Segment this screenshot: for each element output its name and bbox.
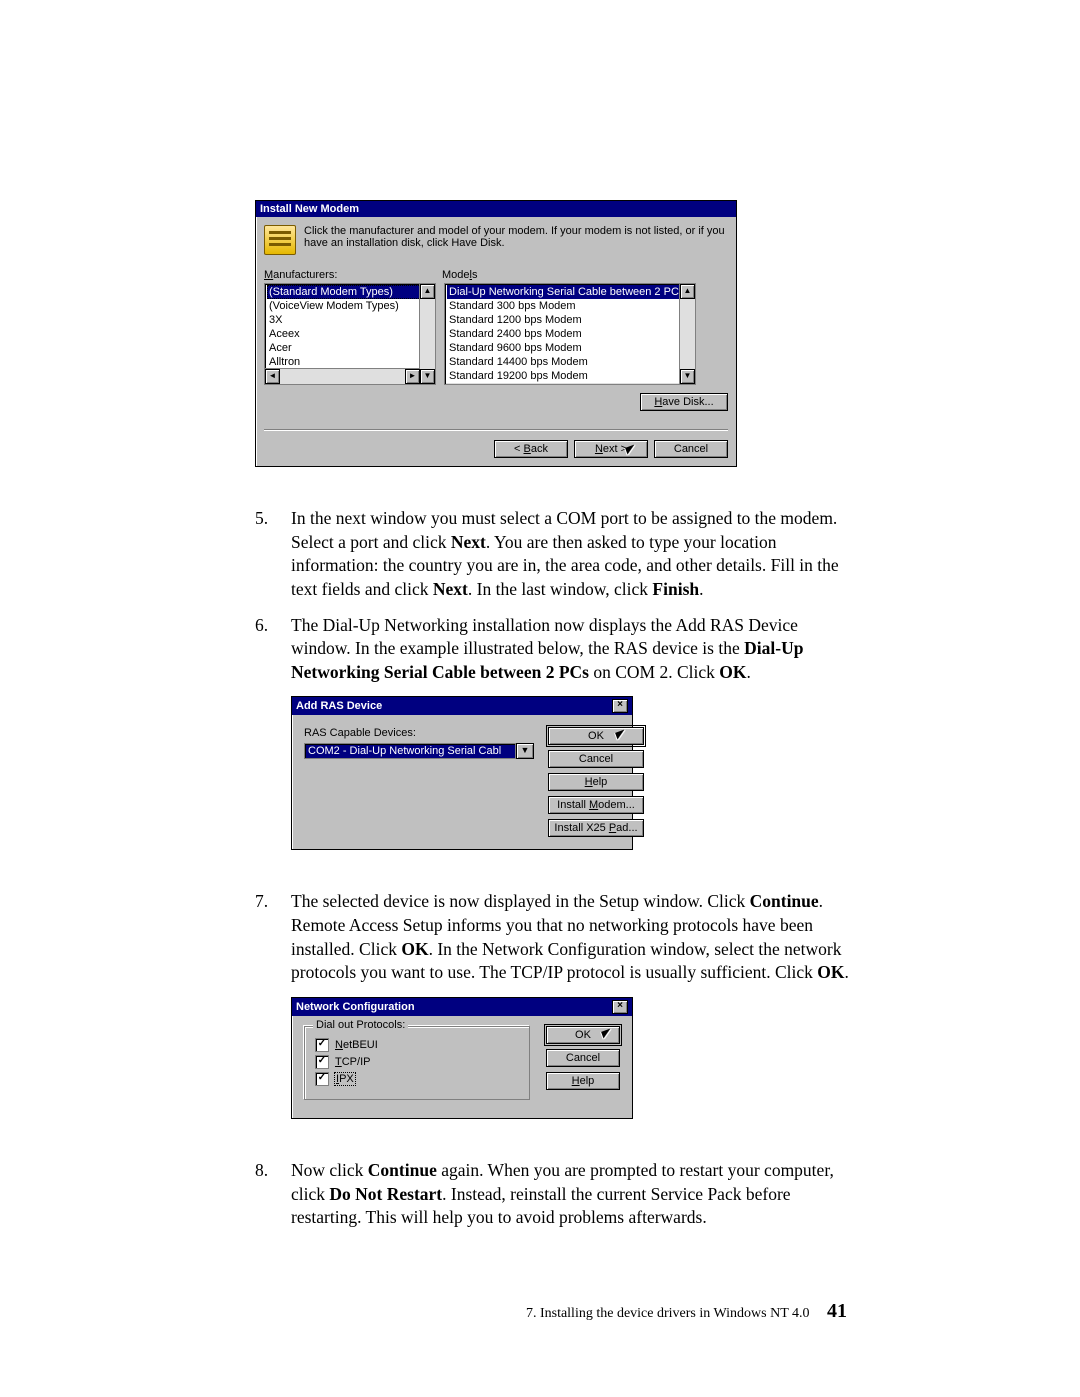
dialog-instruction: Click the manufacturer and model of your… [304,225,728,249]
help-button[interactable]: Help [548,773,644,791]
cancel-button[interactable]: Cancel [546,1049,620,1067]
list-item[interactable]: Standard 14400 bps Modem [447,355,693,369]
page-number: 41 [827,1300,847,1322]
scroll-left-icon[interactable]: ◄ [265,369,280,384]
dialog-title: Install New Modem [260,203,359,215]
scrollbar-horizontal[interactable]: ◄ ► [265,368,420,384]
list-item[interactable]: Standard 300 bps Modem [447,299,693,313]
close-icon[interactable]: × [612,699,628,713]
manufacturers-listbox[interactable]: (Standard Modem Types) (VoiceView Modem … [264,283,436,385]
modem-icon [264,225,296,255]
dialog-titlebar: Network Configuration × [292,998,632,1016]
cursor-icon [626,446,638,464]
scroll-right-icon[interactable]: ► [405,369,420,384]
cursor-icon [602,1030,614,1048]
cancel-button[interactable]: Cancel [654,440,728,458]
cancel-button[interactable]: Cancel [548,750,644,768]
step-8: 8. Now click Continue again. When you ar… [255,1159,855,1230]
step-text: The selected device is now displayed in … [291,890,855,985]
dialog-title: Add RAS Device [296,700,382,712]
scroll-up-icon[interactable]: ▲ [420,284,435,299]
tcpip-label: TCP/IP [335,1056,370,1068]
footer-text: 7. Installing the device drivers in Wind… [526,1306,810,1321]
install-x25-button[interactable]: Install X25 Pad... [548,819,644,837]
list-item[interactable]: Dial-Up Networking Serial Cable between … [447,285,693,299]
list-item[interactable]: Standard 2400 bps Modem [447,327,693,341]
list-item[interactable]: Standard 1200 bps Modem [447,313,693,327]
cursor-icon [616,731,628,749]
ras-device-combo[interactable]: COM2 - Dial-Up Networking Serial Cabl ▼ [304,743,534,759]
list-item[interactable]: (Standard Modem Types) [267,285,433,299]
group-legend: Dial out Protocols: [313,1019,408,1031]
step-text: Now click Continue again. When you are p… [291,1159,855,1230]
manufacturers-label: Manufacturers: [264,269,434,281]
step-5: 5. In the next window you must select a … [255,507,855,602]
models-label: Models [442,269,477,281]
add-ras-device-dialog: Add RAS Device × RAS Capable Devices: CO… [291,696,633,850]
list-item[interactable]: Acer [267,341,433,355]
close-icon[interactable]: × [612,1000,628,1014]
combo-value: COM2 - Dial-Up Networking Serial Cabl [304,743,516,759]
models-listbox[interactable]: Dial-Up Networking Serial Cable between … [444,283,696,385]
list-item[interactable]: (VoiceView Modem Types) [267,299,433,313]
install-new-modem-dialog: Install New Modem Click the manufacturer… [255,200,737,467]
ras-devices-label: RAS Capable Devices: [304,727,534,739]
list-item[interactable]: 3X [267,313,433,327]
list-item[interactable]: Alltron [267,355,433,369]
tcpip-checkbox[interactable] [315,1055,329,1069]
dialog-titlebar: Install New Modem [256,201,736,217]
have-disk-button[interactable]: Have Disk... [640,393,728,411]
dial-out-protocols-group: Dial out Protocols: NetBEUI TCP/IP IPX [304,1026,530,1100]
dialog-title: Network Configuration [296,1001,415,1013]
scroll-down-icon[interactable]: ▼ [680,369,695,384]
install-modem-button[interactable]: Install Modem... [548,796,644,814]
ok-button[interactable]: OK [548,727,644,745]
chevron-down-icon[interactable]: ▼ [516,743,534,759]
dialog-titlebar: Add RAS Device × [292,697,632,715]
scroll-down-icon[interactable]: ▼ [420,369,435,384]
scrollbar-vertical[interactable]: ▲ ▼ [679,284,695,384]
step-text: The Dial-Up Networking installation now … [291,614,855,685]
list-item[interactable]: Aceex [267,327,433,341]
scroll-up-icon[interactable]: ▲ [680,284,695,299]
page-footer: 7. Installing the device drivers in Wind… [255,1300,855,1323]
step-text: In the next window you must select a COM… [291,507,855,602]
list-item[interactable]: Standard 9600 bps Modem [447,341,693,355]
netbeui-label: NetBEUI [335,1039,378,1051]
scrollbar-vertical[interactable]: ▲ ▼ [419,284,435,384]
back-button[interactable]: < Back [494,440,568,458]
ipx-checkbox[interactable] [315,1072,329,1086]
network-configuration-dialog: Network Configuration × Dial out Protoco… [291,997,633,1119]
netbeui-checkbox[interactable] [315,1038,329,1052]
help-button[interactable]: Help [546,1072,620,1090]
step-6: 6. The Dial-Up Networking installation n… [255,614,855,685]
ipx-label: IPX [335,1073,355,1085]
list-item[interactable]: Standard 19200 bps Modem [447,369,693,383]
step-7: 7. The selected device is now displayed … [255,890,855,985]
